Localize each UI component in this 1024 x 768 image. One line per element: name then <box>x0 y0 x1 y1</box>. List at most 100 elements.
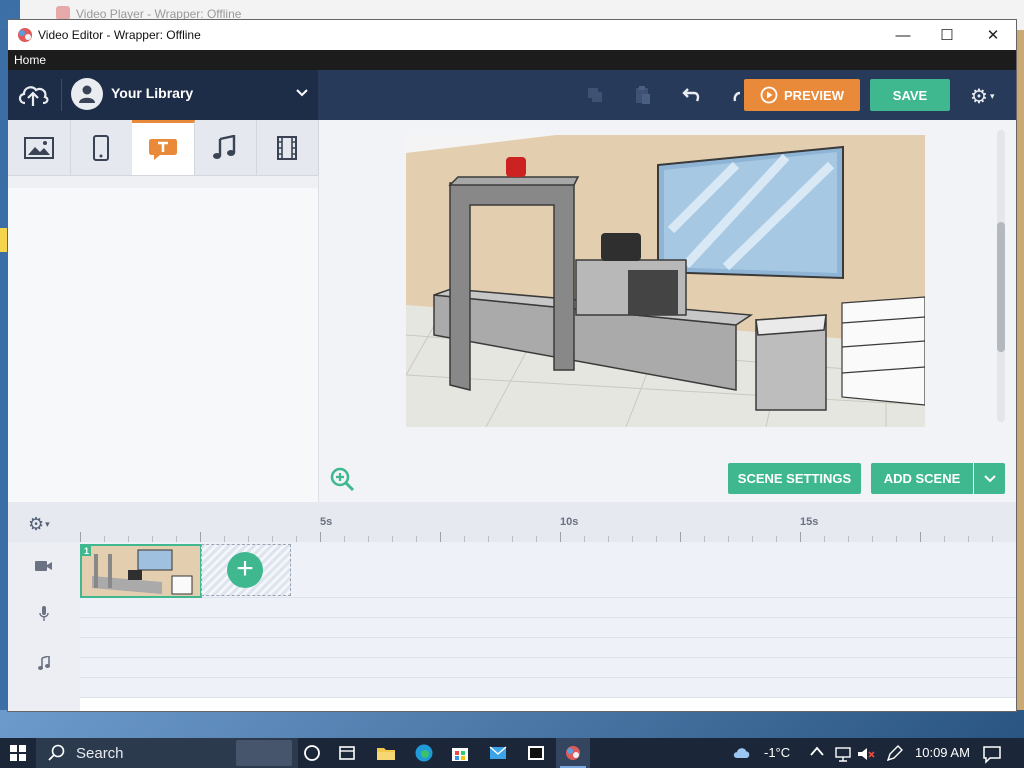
scrollbar-thumb[interactable] <box>997 222 1005 352</box>
video-editor-window: Video Editor - Wrapper: Offline — ☐ ✕ Ho… <box>8 20 1016 711</box>
desktop-file-icon[interactable] <box>0 228 7 252</box>
voice-track-2[interactable] <box>80 618 1016 638</box>
volume-muted-icon[interactable] <box>856 744 876 764</box>
asset-subbar <box>8 176 318 188</box>
search-highlight-image <box>236 740 292 766</box>
ruler-tick <box>800 532 801 542</box>
settings-chevron-icon: ▾ <box>989 91 995 101</box>
text-icon <box>149 139 177 160</box>
window-titlebar[interactable]: Video Editor - Wrapper: Offline — ☐ ✕ <box>8 20 1016 50</box>
ruler-tick <box>560 532 561 542</box>
store-icon[interactable] <box>450 743 470 763</box>
network-icon[interactable] <box>833 744 853 764</box>
preview-button[interactable]: PREVIEW <box>744 79 860 111</box>
tab-props[interactable] <box>70 120 133 175</box>
tab-backgrounds[interactable] <box>8 120 71 175</box>
zoom-in-icon[interactable] <box>329 466 355 492</box>
app-logo-icon <box>18 28 32 42</box>
file-explorer-icon[interactable] <box>376 743 396 763</box>
music-note-icon <box>8 656 80 670</box>
window-title: Video Editor - Wrapper: Offline <box>38 28 201 42</box>
preview-label: PREVIEW <box>784 87 844 103</box>
track-icons <box>8 542 80 711</box>
topbar-divider <box>61 79 62 111</box>
add-icon[interactable]: + <box>227 552 263 588</box>
desktop-edge-left <box>0 30 8 710</box>
weather-cloud-icon[interactable] <box>732 743 752 763</box>
temperature-label[interactable]: -1°C <box>764 745 790 760</box>
music-track-2[interactable] <box>80 658 1016 678</box>
stage-vertical-scrollbar[interactable] <box>997 130 1005 422</box>
paste-icon[interactable] <box>630 82 656 108</box>
library-chevron-down-icon[interactable] <box>296 84 308 100</box>
tab-sounds[interactable] <box>194 120 257 175</box>
image-icon <box>24 136 54 159</box>
notification-icon[interactable] <box>982 744 1002 764</box>
phone-icon <box>93 134 109 161</box>
pen-icon[interactable] <box>884 744 904 764</box>
asset-tabs <box>8 120 319 176</box>
voice-track[interactable] <box>80 598 1016 618</box>
airport-security-scene-image <box>406 135 925 427</box>
ruler-tick <box>200 532 201 542</box>
film-icon <box>277 135 297 160</box>
undo-icon[interactable] <box>679 82 705 108</box>
add-scene-dropdown-button[interactable] <box>974 463 1005 494</box>
upload-cloud-icon[interactable] <box>16 81 50 109</box>
timeline-header: ⚙▾ 5s 10s 15s <box>8 502 1016 542</box>
asset-list <box>8 176 318 502</box>
chevron-down-icon <box>983 474 996 482</box>
copy-icon[interactable] <box>582 82 608 108</box>
add-scene-button[interactable]: ADD SCENE <box>871 463 973 494</box>
windows-logo-icon <box>10 745 26 761</box>
user-avatar-icon[interactable] <box>71 78 103 110</box>
microphone-icon <box>8 606 80 622</box>
search-label: Search <box>76 745 124 762</box>
ruler-tick <box>920 532 921 542</box>
stage-area: SCENE SETTINGS ADD SCENE <box>319 120 1016 502</box>
save-button[interactable]: SAVE <box>870 79 950 111</box>
music-track[interactable] <box>80 638 1016 658</box>
7zip-icon[interactable] <box>526 743 546 763</box>
scene-thumbnail[interactable]: 1 <box>80 544 202 598</box>
scene-number-badge: 1 <box>82 546 92 556</box>
scene-canvas[interactable] <box>406 135 925 427</box>
play-circle-icon <box>760 86 778 104</box>
desktop-edge-right <box>1016 30 1024 710</box>
start-button[interactable] <box>0 738 36 768</box>
search-icon <box>48 744 65 761</box>
library-panel-header: Your Library <box>8 70 318 120</box>
taskbar-search[interactable]: Search <box>36 738 298 768</box>
menu-home[interactable]: Home <box>14 53 46 67</box>
background-window-logo <box>56 6 70 20</box>
tab-text[interactable] <box>132 120 195 175</box>
scene-thumbnail-image <box>82 546 200 596</box>
ruler-tick <box>680 532 681 542</box>
widgets-icon[interactable] <box>337 743 357 763</box>
edge-browser-icon[interactable] <box>414 743 434 763</box>
settings-gear-icon[interactable]: ⚙ ▾ <box>970 84 995 109</box>
timeline-settings-gear-icon[interactable]: ⚙▾ <box>28 514 50 535</box>
clock-time[interactable]: 10:09 AM <box>915 745 970 760</box>
windows-taskbar: Search -1°C 10:09 AM <box>0 738 1024 768</box>
mail-icon[interactable] <box>488 743 508 763</box>
close-button[interactable]: ✕ <box>970 20 1016 50</box>
music-track-3[interactable] <box>80 678 1016 698</box>
menu-bar: Home <box>8 50 1016 70</box>
camera-icon <box>8 560 80 572</box>
library-name[interactable]: Your Library <box>111 85 193 101</box>
ruler-tick <box>320 532 321 542</box>
tick-label-10s: 10s <box>560 516 579 528</box>
add-scene-slot[interactable]: + <box>201 544 291 596</box>
tab-video[interactable] <box>256 120 319 175</box>
timeline-settings-chevron: ▾ <box>45 519 50 529</box>
ruler-tick <box>440 532 441 542</box>
scene-settings-button[interactable]: SCENE SETTINGS <box>728 463 861 494</box>
maximize-button[interactable]: ☐ <box>924 20 970 50</box>
music-icon <box>213 134 236 159</box>
chevron-up-icon[interactable] <box>810 745 824 759</box>
task-view-icon[interactable] <box>302 743 322 763</box>
minimize-button[interactable]: — <box>880 20 926 50</box>
active-app-highlight[interactable] <box>556 738 590 768</box>
timeline-ruler[interactable]: 5s 10s 15s <box>80 502 1016 542</box>
